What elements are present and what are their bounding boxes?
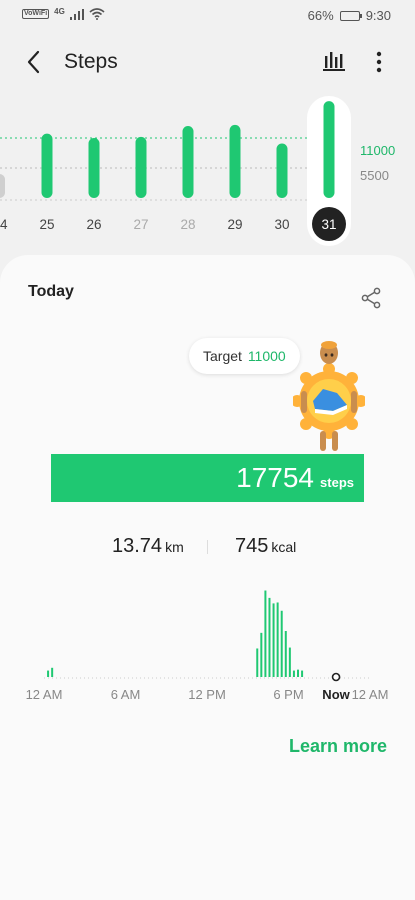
day-bar-26[interactable] <box>88 138 100 198</box>
back-arrow-icon[interactable] <box>20 48 48 76</box>
today-card: Today Target 11000 17754 steps 13.74 km … <box>0 255 415 900</box>
battery-percent: 66% <box>307 8 334 23</box>
day-label-30[interactable]: 30 <box>267 217 297 232</box>
day-bar-27[interactable] <box>135 136 147 198</box>
half-target-gridline-label: 5500 <box>360 168 389 183</box>
hourly-bar <box>256 648 259 677</box>
target-bubble: Target 11000 <box>189 338 300 374</box>
target-value: 11000 <box>247 348 286 364</box>
hourly-bar <box>288 647 291 677</box>
page-title: Steps <box>64 50 118 73</box>
distance-value: 13.74 <box>112 535 163 557</box>
status-left: VoWiFi 4G <box>22 6 105 20</box>
now-marker <box>331 672 341 682</box>
learn-more-link[interactable]: Learn more <box>289 736 387 757</box>
target-prefix: Target <box>203 348 242 364</box>
hour-label: 12 PM <box>188 687 226 702</box>
hourly-bar <box>268 597 271 677</box>
steps-progress-bar: 17754 steps <box>51 454 364 502</box>
hourly-bar <box>47 670 50 677</box>
hour-label: 6 AM <box>110 687 141 702</box>
day-label-25[interactable]: 25 <box>32 217 62 232</box>
hourly-bar <box>260 632 263 677</box>
day-label-27[interactable]: 27 <box>126 217 156 232</box>
calories-value: 745 <box>235 535 269 557</box>
day-label-28[interactable]: 28 <box>173 217 203 232</box>
network-type: 4G <box>54 6 65 16</box>
day-label-26[interactable]: 26 <box>79 217 109 232</box>
battery-icon <box>339 10 362 21</box>
hour-label: 12 AM <box>25 687 63 702</box>
hourly-bar <box>301 670 304 677</box>
distance-unit: km <box>165 539 184 555</box>
hourly-bar <box>51 667 54 677</box>
hourly-bar <box>284 631 287 677</box>
hourly-bar <box>276 602 279 677</box>
status-bar: VoWiFi 4G 66% 9:30 <box>0 0 415 32</box>
hourly-bar <box>292 670 295 677</box>
hour-label: Now <box>322 687 350 702</box>
bar-chart-icon[interactable] <box>321 48 347 74</box>
weekly-chart-svg <box>0 96 351 246</box>
hourly-bar <box>264 590 267 677</box>
stats-divider <box>207 540 208 554</box>
day-label-29[interactable]: 29 <box>220 217 250 232</box>
mascot-illustration <box>293 341 365 451</box>
vowifi-indicator: VoWiFi <box>22 9 50 19</box>
day-label-31[interactable]: 31 <box>314 217 344 232</box>
hourly-steps-chart[interactable]: 12 AM 6 AM 12 PM 6 PM Now 12 AM <box>0 575 415 705</box>
status-right: 66% 9:30 <box>308 8 391 23</box>
today-stats: 13.74 km 745 kcal <box>0 535 415 565</box>
calories-stat: 745 kcal <box>235 535 296 558</box>
day-bar-30[interactable] <box>276 143 288 198</box>
distance-stat: 13.74 km <box>112 535 184 558</box>
day-bar-25[interactable] <box>41 133 53 198</box>
hourly-chart-svg <box>44 590 370 682</box>
day-label-24[interactable]: 24 <box>0 217 15 232</box>
hour-label: 12 AM <box>351 687 389 702</box>
day-bar-28[interactable] <box>182 126 194 198</box>
hourly-bar <box>272 603 275 677</box>
steps-count: 17754 <box>236 462 314 493</box>
steps-unit: steps <box>320 475 354 490</box>
wifi-icon <box>89 8 105 20</box>
weekly-steps-chart[interactable]: 11000 5500 24 25 26 27 28 29 30 31 <box>0 90 415 250</box>
signal-icon <box>69 8 84 20</box>
share-icon[interactable] <box>360 287 382 309</box>
hour-label: 6 PM <box>273 687 304 702</box>
app-header: Steps <box>0 40 415 84</box>
hourly-bar <box>297 669 300 677</box>
more-options-icon[interactable] <box>371 48 387 76</box>
today-title: Today <box>28 283 74 300</box>
calories-unit: kcal <box>271 539 297 555</box>
day-bar-24[interactable] <box>0 174 5 198</box>
clock: 9:30 <box>365 8 391 23</box>
target-gridline-label: 11000 <box>360 143 396 158</box>
hourly-bar <box>280 610 283 677</box>
day-bar-31[interactable] <box>323 101 335 198</box>
day-bar-29[interactable] <box>229 124 241 198</box>
